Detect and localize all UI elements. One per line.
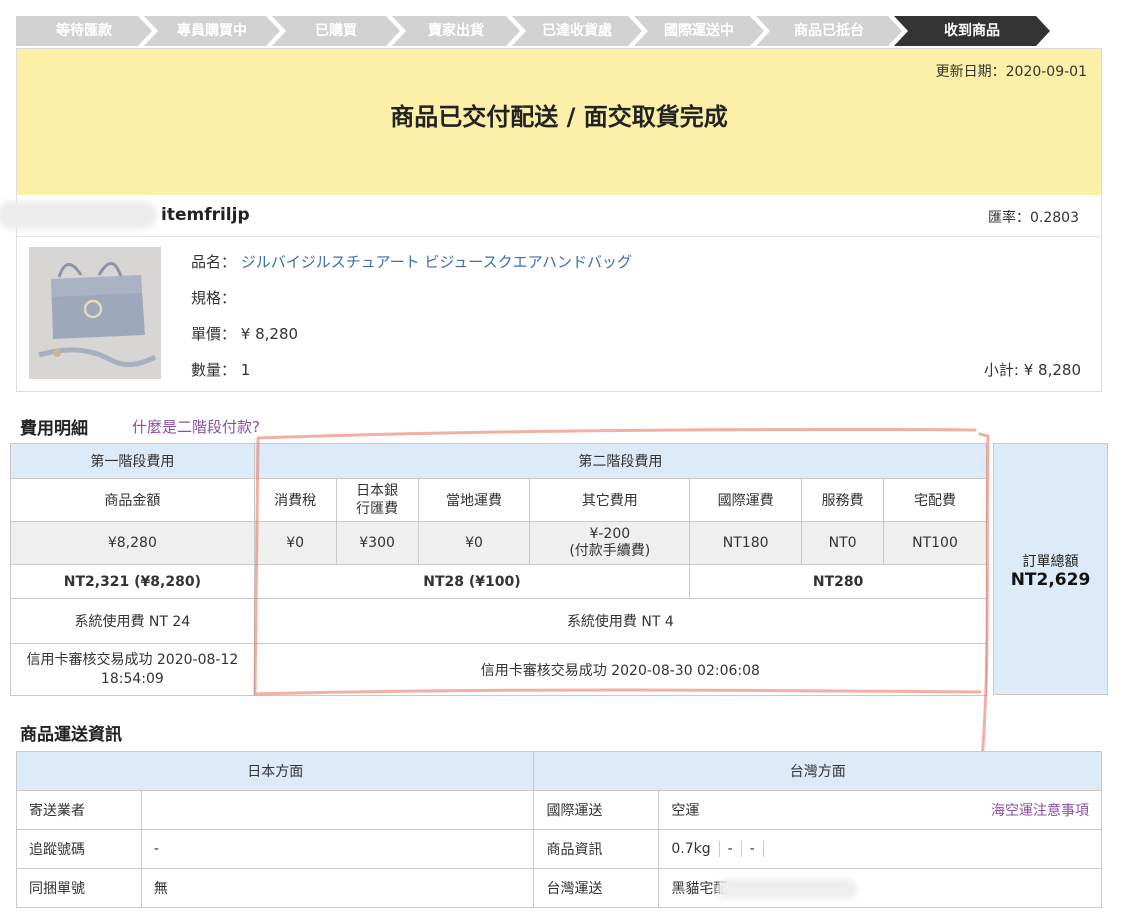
col-local-shipping: 當地運費 — [417, 478, 531, 522]
item-name-row: 品名： ジルバイジルスチュアート ビジュースクエアハンドバッグ — [191, 251, 632, 272]
intl-shipping-label: 國際運送 — [533, 790, 660, 830]
shipping-table: 日本方面 台灣方面 寄送業者 國際運送 空運 海空運注意事項 追蹤號碼 - 商品… — [15, 751, 1102, 908]
fees-title: 費用明細 — [20, 419, 88, 439]
step-seller-shipped: 賣家出貨 — [392, 16, 520, 46]
step-purchased: 已購買 — [272, 16, 400, 46]
fee-column-header-row: 商品金額 消費稅 日本銀 行匯費 當地運費 其它費用 國際運費 服務費 宅配費 — [10, 478, 987, 522]
unit-price-value: ¥ 8,280 — [240, 325, 299, 343]
val-bank-fee: ¥300 — [335, 521, 419, 565]
two-stage-payment-link[interactable]: 什麼是二階段付款? — [132, 416, 260, 437]
val-item-amount: ¥8,280 — [10, 521, 255, 565]
shipping-row: 追蹤號碼 - 商品資訊 0.7kg - - — [16, 829, 1102, 869]
product-thumbnail[interactable] — [29, 247, 161, 379]
order-total-box: 訂單總額 NT2,629 — [993, 443, 1108, 695]
item-name-label: 品名： — [191, 253, 237, 271]
stage1-total: NT2,321 (¥8,280) — [10, 564, 255, 599]
order-card: 更新日期：2020-09-01 商品已交付配送 / 面交取貨完成 itemfri… — [0, 48, 1102, 392]
update-date: 更新日期：2020-09-01 — [935, 64, 1087, 80]
col-other-fees: 其它費用 — [529, 478, 691, 522]
bundle-number-label: 同捆單號 — [16, 868, 142, 908]
order-total-value: NT2,629 — [1010, 570, 1091, 590]
col-item-amount: 商品金額 — [10, 478, 255, 522]
step-received: 收到商品 — [894, 16, 1050, 46]
shipping-notice-link[interactable]: 海空運注意事項 — [991, 800, 1089, 820]
quantity-label: 數量： — [191, 361, 237, 379]
stage-header-row: 第一階段費用 第二階段費用 — [10, 443, 988, 479]
shipping-title: 商品運送資訊 — [20, 725, 122, 745]
carrier-label: 寄送業者 — [16, 790, 142, 830]
seller-row: itemfriljp 匯率：0.2803 — [0, 195, 1101, 237]
carrier-value — [140, 790, 535, 830]
shipping-row: 寄送業者 國際運送 空運 海空運注意事項 — [16, 790, 1102, 830]
col-service-fee: 服務費 — [801, 478, 885, 522]
blurred-area — [0, 201, 157, 229]
spec-label: 規格： — [191, 289, 237, 307]
taiwan-delivery-cell: 黑貓宅配 — [658, 868, 1102, 908]
val-delivery-fee: NT100 — [883, 521, 987, 565]
col-intl-shipping: 國際運費 — [689, 478, 803, 522]
shipping-row: 同捆單號 無 台灣運送 黑貓宅配 — [16, 868, 1102, 908]
bundle-number-value: 無 — [140, 868, 535, 908]
spec-row: 規格： — [191, 287, 236, 308]
payment-status-row: 信用卡審核交易成功 2020-08-12 18:54:09 信用卡審核交易成功 … — [10, 643, 988, 696]
blurred-area — [717, 878, 858, 899]
seller-name[interactable]: itemfriljp — [161, 205, 250, 225]
step-purchasing: 專員購買中 — [144, 16, 280, 46]
tracking-value: - — [140, 829, 535, 869]
unit-price-row: 單價： ¥ 8,280 — [191, 323, 298, 344]
stage2-nt-total: NT280 — [689, 564, 987, 599]
intl-shipping-value: 空運 — [671, 803, 700, 819]
val-service-fee: NT0 — [801, 521, 885, 565]
val-intl-shipping: NT180 — [689, 521, 803, 565]
col-delivery-fee: 宅配費 — [883, 478, 987, 522]
col-bank-fee: 日本銀 行匯費 — [335, 478, 419, 522]
stage1-header: 第一階段費用 — [10, 443, 255, 479]
subtotal: 小計: ¥ 8,280 — [983, 361, 1081, 379]
fee-subtotal-row: NT2,321 (¥8,280) NT28 (¥100) NT280 — [10, 564, 987, 599]
step-waiting-payment: 等待匯款 — [16, 16, 152, 46]
item-weight: 0.7kg — [671, 841, 711, 857]
order-total-label: 訂單總額 — [1022, 554, 1079, 570]
item-info-label: 商品資訊 — [533, 829, 660, 869]
item-info-dim2: - — [749, 841, 755, 857]
stage2-yen-total: NT28 (¥100) — [253, 564, 691, 599]
intl-shipping-cell: 空運 海空運注意事項 — [658, 790, 1102, 830]
val-other-fees: ¥-200 (付款手續費) — [529, 521, 691, 565]
unit-price-label: 單價： — [191, 325, 237, 343]
system-fee-stage2: 系統使用費 NT 4 — [253, 598, 988, 644]
exchange-rate: 匯率：0.2803 — [988, 210, 1079, 226]
col-consumption-tax: 消費稅 — [253, 478, 337, 522]
step-arrived-taiwan: 商品已抵台 — [756, 16, 902, 46]
val-other-fees-note: (付款手續費) — [569, 543, 651, 559]
payment-status-stage1: 信用卡審核交易成功 2020-08-12 18:54:09 — [10, 643, 255, 696]
quantity-row: 數量： 1 — [191, 359, 250, 380]
japan-side-header: 日本方面 — [15, 751, 535, 791]
val-consumption-tax: ¥0 — [253, 521, 337, 565]
taiwan-delivery-label: 台灣運送 — [533, 868, 660, 908]
val-other-fees-amount: ¥-200 — [589, 526, 631, 542]
step-international-shipping: 國際運送中 — [634, 16, 764, 46]
taiwan-side-header: 台灣方面 — [533, 751, 1102, 791]
quantity-value: 1 — [240, 361, 251, 379]
fee-table: 第一階段費用 第二階段費用 商品金額 消費稅 日本銀 行匯費 當地運費 其它費用… — [10, 443, 988, 696]
system-fee-row: 系統使用費 NT 24 系統使用費 NT 4 — [10, 598, 988, 644]
item-info-dim1: - — [727, 841, 733, 857]
status-banner: 更新日期：2020-09-01 商品已交付配送 / 面交取貨完成 — [17, 49, 1101, 195]
stage2-header: 第二階段費用 — [253, 443, 988, 479]
item-name-link[interactable]: ジルバイジルスチュアート ビジュースクエアハンドバッグ — [241, 253, 632, 271]
item-info-cell: 0.7kg - - — [658, 829, 1102, 869]
payment-status-stage2: 信用卡審核交易成功 2020-08-30 02:06:08 — [253, 643, 988, 696]
val-local-shipping: ¥0 — [417, 521, 531, 565]
status-title: 商品已交付配送 / 面交取貨完成 — [390, 103, 728, 131]
shipping-header-row: 日本方面 台灣方面 — [15, 751, 1102, 791]
tracking-label: 追蹤號碼 — [16, 829, 142, 869]
step-arrived-warehouse: 已達收貨處 — [512, 16, 642, 46]
order-progress-bar: 等待匯款 專員購買中 已購買 賣家出貨 已達收貨處 國際運送中 商品已抵台 收到… — [16, 12, 1102, 48]
system-fee-stage1: 系統使用費 NT 24 — [10, 598, 255, 644]
fee-value-row: ¥8,280 ¥0 ¥300 ¥0 ¥-200 (付款手續費) NT180 NT… — [10, 521, 987, 565]
